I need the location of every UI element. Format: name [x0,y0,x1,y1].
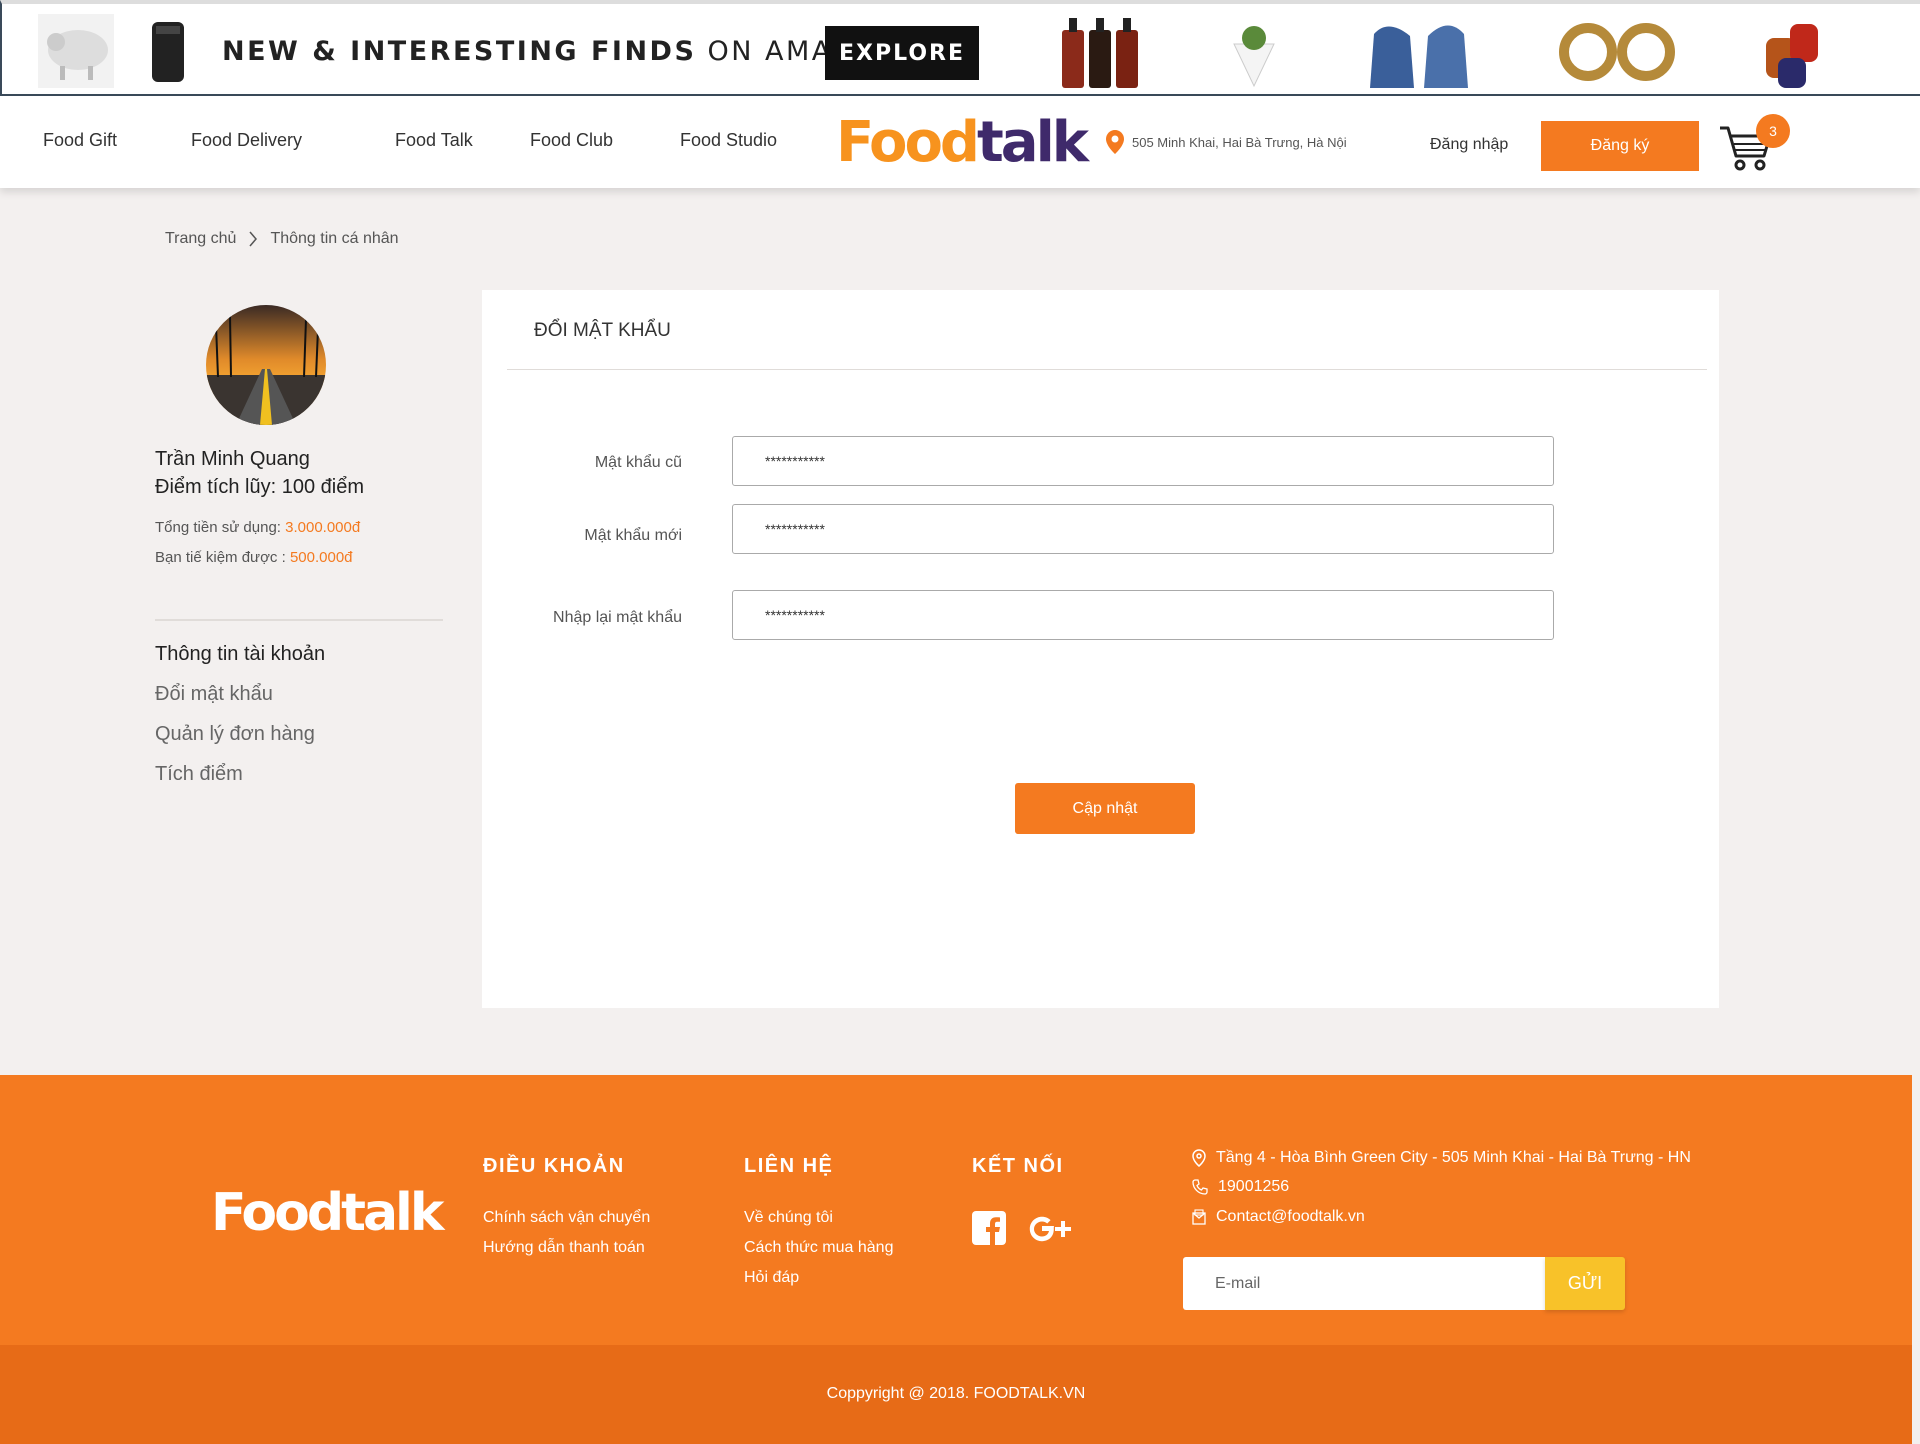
ad-banner[interactable]: NEW & INTERESTING FINDS ON AMAZON EXPLOR… [0,0,1920,96]
explore-button[interactable]: EXPLORE [825,26,979,80]
nav-food-club[interactable]: Food Club [530,130,613,151]
user-points: Điểm tích lũy: 100 điểm [155,476,364,498]
total-spent-value: 3.000.000đ [285,519,361,536]
footer-logo-food: Food [211,1183,344,1243]
total-saved-label: Bạn tiế kiệm được : [155,549,290,566]
avatar [206,305,326,425]
card-divider [507,369,1707,370]
sauce-bottles-image [1062,18,1138,88]
store-address: 505 Minh Khai, Hai Bà Trưng, Hà Nội [1106,130,1347,154]
footer-phone-text: 19001256 [1218,1178,1290,1195]
hanging-planter-image [1233,26,1275,88]
sheep-figurine-image [38,14,114,88]
login-link[interactable]: Đăng nhập [1430,136,1508,154]
breadcrumb-home[interactable]: Trang chủ [165,230,236,248]
footer-address: Tầng 4 - Hòa Bình Green City - 505 Minh … [1192,1149,1691,1167]
foodtalk-logo[interactable]: Foodtalk [836,110,1089,175]
confirm-password-input[interactable] [732,590,1554,640]
total-saved-value: 500.000đ [289,549,353,566]
confirm-password-label: Nhập lại mật khẩu [553,609,682,626]
logo-food-text: Food [836,110,980,175]
footer-logo-talk: talk [341,1183,444,1243]
site-header: Food Gift Food Delivery Food Talk Food C… [0,96,1920,188]
candle-jar-image [152,22,184,82]
cart-count-badge: 3 [1756,114,1790,148]
nav-food-studio[interactable]: Food Studio [680,130,777,151]
total-spent: Tổng tiền sử dụng: 3.000.000đ [155,519,360,536]
crescent-rings-image [1559,23,1675,81]
newsletter-email-input[interactable] [1183,1257,1545,1310]
connect-heading: KẾT NỐI [972,1155,1064,1177]
footer-email-text: Contact@foodtalk.vn [1216,1208,1365,1225]
total-spent-label: Tổng tiền sử dụng: [155,519,286,536]
shipping-policy-link[interactable]: Chính sách vận chuyển [483,1209,650,1227]
mail-icon [1192,1209,1206,1225]
geode-bookends-image [1370,25,1468,88]
ad-headline-bold: NEW & INTERESTING FINDS [222,36,697,67]
site-footer: Foodtalk ĐIỀU KHOẢN Chính sách vận chuyể… [0,1075,1912,1345]
sidebar-item-account-info[interactable]: Thông tin tài khoản [155,643,325,666]
sidebar-item-change-password[interactable]: Đổi mật khẩu [155,683,273,706]
breadcrumb: Trang chủ Thông tin cá nhân [165,230,399,248]
ad-headline: NEW & INTERESTING FINDS ON AMAZON [222,36,900,67]
new-password-label: Mật khẩu mới [584,527,682,544]
phone-icon [1192,1179,1208,1195]
google-plus-icon[interactable] [1028,1213,1072,1245]
payment-guide-link[interactable]: Hướng dẫn thanh toán [483,1239,645,1257]
total-saved: Bạn tiế kiệm được : 500.000đ [155,549,353,566]
footer-email: Contact@foodtalk.vn [1192,1208,1365,1226]
chevron-right-icon [249,231,258,247]
nav-food-talk[interactable]: Food Talk [395,130,473,151]
change-password-card: ĐỔI MẬT KHẨU Mật khẩu cũ Mật khẩu mới Nh… [482,290,1719,1008]
about-us-link[interactable]: Về chúng tôi [744,1209,833,1227]
footer-address-text: Tầng 4 - Hòa Bình Green City - 505 Minh … [1216,1149,1691,1166]
card-title: ĐỔI MẬT KHẨU [534,320,671,341]
old-password-input[interactable] [732,436,1554,486]
logo-talk-text: talk [977,110,1089,175]
update-button[interactable]: Cập nhật [1015,783,1195,834]
nav-food-gift[interactable]: Food Gift [43,130,117,151]
new-password-input[interactable] [732,504,1554,554]
address-text: 505 Minh Khai, Hai Bà Trưng, Hà Nội [1132,134,1347,150]
footer-logo[interactable]: Foodtalk [211,1183,444,1243]
how-to-buy-link[interactable]: Cách thức mua hàng [744,1239,893,1257]
sidebar-item-points[interactable]: Tích điểm [155,763,243,786]
sidebar-divider [155,619,443,621]
breadcrumb-current: Thông tin cá nhân [270,230,399,247]
glass-candles-image [1766,24,1818,88]
facebook-icon[interactable] [972,1211,1006,1245]
newsletter-send-button[interactable]: GỬI [1545,1257,1625,1310]
sidebar-item-orders[interactable]: Quản lý đơn hàng [155,723,315,746]
location-outline-icon [1192,1149,1206,1167]
nav-food-delivery[interactable]: Food Delivery [191,130,302,151]
footer-phone: 19001256 [1192,1178,1289,1196]
user-name: Trần Minh Quang [155,448,310,470]
old-password-label: Mật khẩu cũ [594,454,682,471]
contact-heading: LIÊN HỆ [744,1155,834,1177]
copyright-text: Coppyright @ 2018. FOODTALK.VN [826,1385,1086,1402]
location-pin-icon [1106,130,1124,154]
faq-link[interactable]: Hỏi đáp [744,1269,799,1287]
signup-button[interactable]: Đăng ký [1541,121,1699,171]
terms-heading: ĐIỀU KHOẢN [483,1155,625,1177]
footer-bottom-bar: Coppyright @ 2018. FOODTALK.VN [0,1345,1912,1444]
